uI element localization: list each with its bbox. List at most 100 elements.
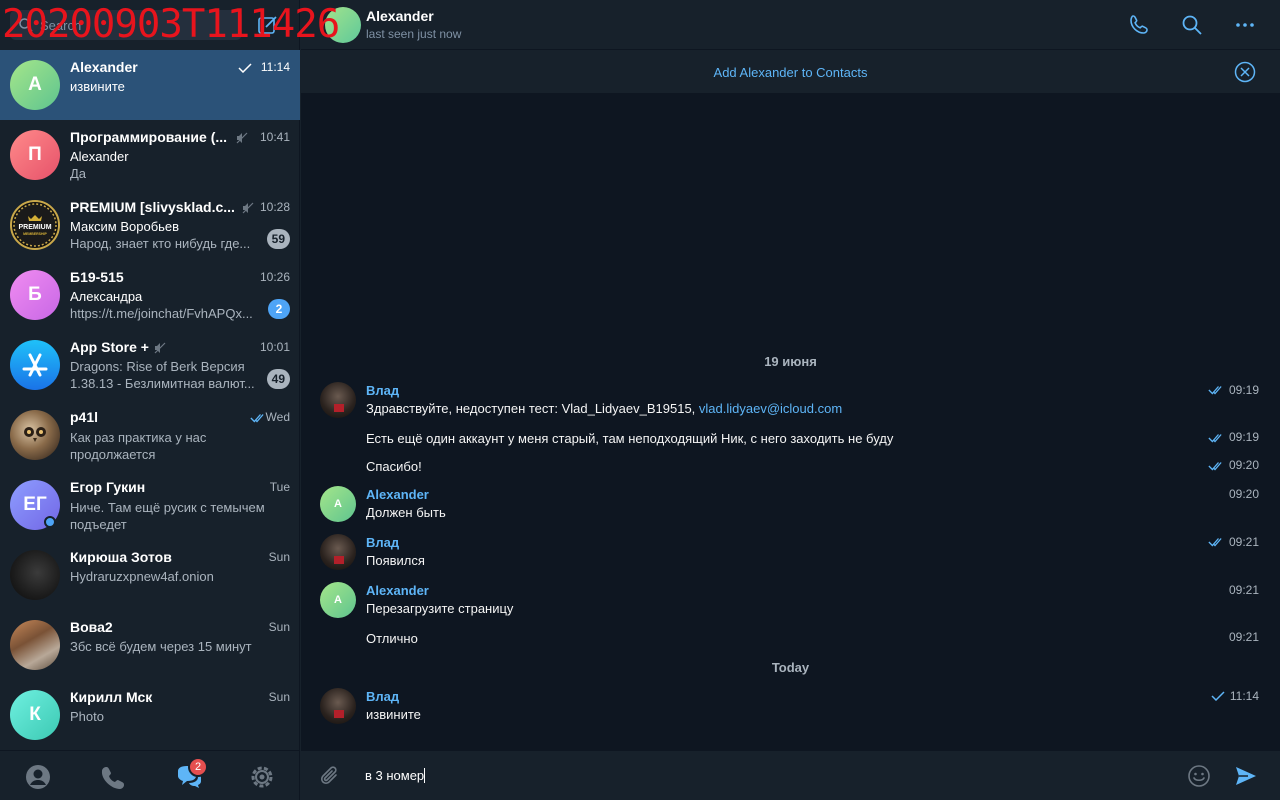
chat-name: Программирование (... [70,129,228,145]
chat-name: PREMIUM [slivysklad.c... [70,199,235,215]
unread-badge: 59 [266,229,290,249]
message-time: 09:20 [1228,458,1259,472]
settings-icon[interactable] [248,763,276,791]
telegram-window: 20200903T111426 Search A Alexander 11:14… [0,0,1280,800]
single-check-icon [238,63,252,73]
chat-name: p41l [70,409,99,425]
chat-item-kirill-msk[interactable]: К Кирилл Мск Sun Photo [0,680,300,750]
message-time: 09:20 [1228,487,1259,501]
send-icon[interactable] [1234,764,1258,788]
date-separator: Today [771,660,810,675]
message-author[interactable]: Влад [366,689,399,704]
phone-icon[interactable] [1127,13,1151,37]
message-author[interactable]: Влад [366,383,399,398]
chat-time: 10:28 [259,200,290,214]
avatar-letter: К [29,704,41,725]
message-text: Должен быть [366,505,446,520]
app-store-icon [22,353,48,377]
avatar[interactable]: A [320,582,356,618]
chat-item-p41l[interactable]: p41l Wed Как раз практика у нас продолжа… [0,400,300,470]
message-time: 09:21 [1228,583,1259,597]
chat-preview: https://t.me/joinchat/FvhAPQx... [70,306,253,321]
chat-preview: 1.38.13 - Безлимитная валют... [70,376,255,391]
photo-avatar [10,550,60,600]
message-input[interactable]: в 3 номер [365,768,426,783]
chat-name: Егор Гукин [70,479,146,495]
chat-time: Wed [265,410,290,424]
chat-item-b19-515[interactable]: Б Б19-515 10:26 Александра https://t.me/… [0,260,300,330]
double-check-icon [250,414,264,423]
message-author[interactable]: Alexander [366,583,429,598]
calls-icon[interactable] [99,763,127,791]
double-check-icon [1208,386,1222,395]
message-text: Здравствуйте, недоступен тест: Vlad_Lidy… [366,401,842,416]
email-link[interactable]: vlad.lidyaev@icloud.com [699,401,842,416]
emoji-icon[interactable] [1187,764,1211,788]
date-separator: 19 июня [764,354,817,369]
message-body: Здравствуйте, недоступен тест: Vlad_Lidy… [366,401,699,416]
chat-name: Вова2 [70,619,113,635]
chat-preview: Photo [70,709,104,724]
contacts-icon[interactable] [24,763,52,791]
avatar: Б [10,270,60,320]
message-time: 11:14 [1229,689,1259,703]
message-text: Есть ещё один аккаунт у меня старый, там… [366,431,894,446]
avatar[interactable] [320,382,356,418]
text-caret [424,768,426,783]
message-composer: в 3 номер [301,750,1280,800]
photo-icon [334,710,344,718]
message-input-value: в 3 номер [365,768,425,783]
chat-name: App Store + [70,339,149,355]
chat-item-alexander[interactable]: A Alexander 11:14 извините [0,50,300,120]
close-icon[interactable] [1234,61,1256,83]
message-author[interactable]: Влад [366,535,399,550]
avatar-letter: A [334,498,342,510]
chat-preview: Как раз практика у нас продолжается [70,430,207,462]
chat-sender: Alexander [70,149,129,164]
header-status: last seen just now [366,27,462,41]
mute-icon [242,202,254,214]
chat-preview: Ниче. Там ещё русик с темычем подъедет [70,500,265,532]
more-icon[interactable] [1233,13,1257,37]
chat-preview: извините [70,79,125,94]
chat-item-app-store[interactable]: App Store + 10:01 Dragons: Rise of Berk … [0,330,300,400]
chat-time: 10:41 [259,130,290,144]
chat-item-premium[interactable]: PREMIUM MEMBERSHIP PREMIUM [slivysklad.c… [0,190,300,260]
app-store-avatar [10,340,60,390]
chat-sender: Максим Воробьев [70,219,180,234]
add-contact-link[interactable]: Add Alexander to Contacts [301,65,1280,80]
chat-name: Alexander [70,59,138,75]
message-text: Перезагрузите страницу [366,601,514,616]
svg-text:PREMIUM: PREMIUM [18,224,51,231]
search-icon[interactable] [1180,13,1204,37]
chat-time: Tue [269,480,290,494]
chat-panel: Alexander last seen just now Add Alexand… [301,0,1280,800]
avatar: П [10,130,60,180]
premium-logo-avatar: PREMIUM MEMBERSHIP [10,200,60,250]
chat-item-programming[interactable]: П Программирование (... 10:41 Alexander … [0,120,300,190]
avatar-letter: П [28,144,42,165]
header-name[interactable]: Alexander [366,8,434,24]
chat-item-egor-gukin[interactable]: ЕГ Егор Гукин Tue Ниче. Там ещё русик с … [0,470,300,540]
chat-name: Б19-515 [70,269,124,285]
avatar-letter: A [334,594,342,606]
avatar[interactable] [320,688,356,724]
online-indicator [44,516,56,528]
message-text: извините [366,707,421,722]
unread-badge: 49 [266,369,290,389]
owl-photo-icon [24,427,46,442]
single-check-icon [1211,691,1225,701]
avatar: К [10,690,60,740]
avatar[interactable]: A [320,486,356,522]
message-time: 09:19 [1228,430,1259,444]
unread-badge: 2 [268,299,290,319]
add-contact-bar: Add Alexander to Contacts [301,50,1280,94]
chat-preview: Да [70,166,87,181]
attach-icon[interactable] [318,764,342,788]
avatar: A [10,60,60,110]
chat-time: Sun [268,550,290,564]
chat-item-kiryusha-zotov[interactable]: Кирюша Зотов Sun Hydraruzxpnew4af.onion [0,540,300,610]
chat-item-vova2[interactable]: Вова2 Sun Збс всё будем через 15 минут [0,610,300,680]
message-author[interactable]: Alexander [366,487,429,502]
avatar[interactable] [320,534,356,570]
